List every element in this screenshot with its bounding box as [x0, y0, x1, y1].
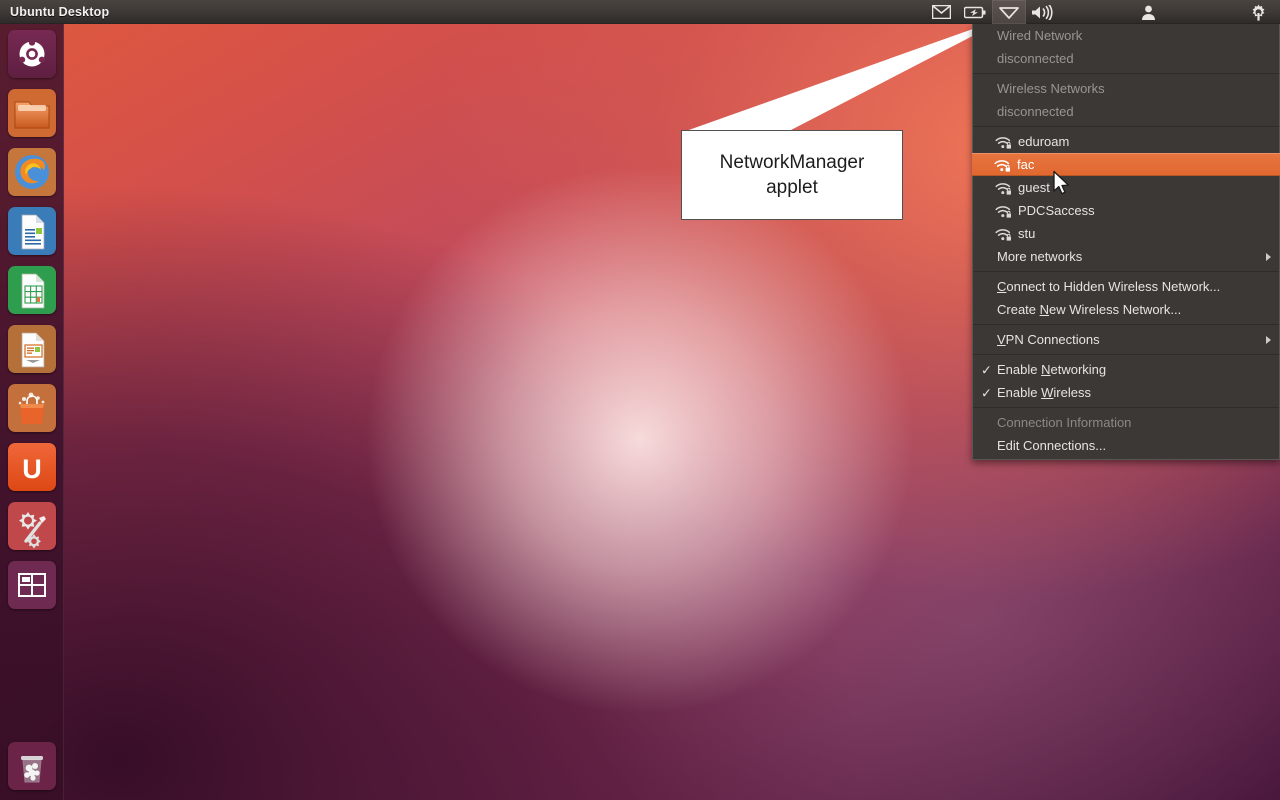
menu-enable-networking[interactable]: ✓ Enable Networking	[973, 358, 1279, 381]
launcher-item-libreoffice-calc[interactable]	[8, 266, 56, 314]
menu-more-networks-label: More networks	[997, 249, 1083, 264]
menu-edit-connections[interactable]: Edit Connections...	[973, 434, 1279, 457]
gear-icon[interactable]	[1236, 0, 1280, 24]
menu-connect-hidden[interactable]: Connect to Hidden Wireless Network...	[973, 275, 1279, 298]
user-account-icon[interactable]	[1126, 0, 1170, 24]
checkmark-icon: ✓	[981, 362, 992, 377]
network-ssid: eduroam	[1018, 134, 1070, 149]
launcher-item-workspace-switcher[interactable]	[8, 561, 56, 609]
launcher-item-files[interactable]	[8, 89, 56, 137]
menu-more-networks[interactable]: More networks	[973, 245, 1279, 268]
svg-text:U: U	[22, 454, 42, 484]
menu-edit-connections-label: Edit Connections...	[997, 438, 1107, 453]
menu-vpn-connections[interactable]: VPN Connections	[973, 328, 1279, 351]
callout-label: NetworkManager applet	[719, 152, 865, 198]
menu-separator	[973, 271, 1279, 272]
menu-network-stu[interactable]: stu	[973, 222, 1279, 245]
menu-separator	[973, 324, 1279, 325]
mnemonic-letter: W	[1041, 385, 1054, 400]
menu-vpn-rest: PN Connections	[1005, 332, 1100, 347]
menu-enable-wireless[interactable]: ✓ Enable Wireless	[973, 381, 1279, 404]
menu-separator	[973, 354, 1279, 355]
menu-network-eduroam[interactable]: eduroam	[973, 130, 1279, 153]
menu-separator	[973, 407, 1279, 408]
launcher-item-libreoffice-writer[interactable]	[8, 207, 56, 255]
menu-network-pdcsaccess[interactable]: PDCSaccess	[973, 199, 1279, 222]
menu-wireless-title: Wireless Networks	[997, 81, 1105, 96]
network-ssid: stu	[1018, 226, 1036, 241]
menu-separator	[973, 126, 1279, 127]
network-ssid: guest	[1018, 180, 1050, 195]
unity-launcher: U	[0, 24, 64, 800]
mnemonic-letter: C	[997, 279, 1007, 294]
menu-connect-hidden-rest: onnect to Hidden Wireless Network...	[1006, 279, 1221, 294]
wifi-secured-icon	[994, 159, 1011, 173]
panel-title: Ubuntu Desktop	[10, 4, 110, 19]
menu-create-new[interactable]: Create New Wireless Network...	[973, 298, 1279, 321]
menu-enable-wireless-label: Enable Wireless	[997, 385, 1091, 400]
networkmanager-menu: Wired Network disconnected Wireless Netw…	[972, 24, 1280, 460]
wifi-secured-icon	[995, 205, 1012, 219]
menu-connection-information: Connection Information	[973, 411, 1279, 434]
menu-vpn-label: VPN Connections	[997, 332, 1100, 347]
volume-icon[interactable]	[1026, 0, 1060, 24]
wifi-secured-icon	[995, 228, 1012, 242]
menu-connect-hidden-label: Connect to Hidden Wireless Network...	[997, 279, 1220, 294]
callout-annotation: NetworkManager applet	[681, 130, 903, 220]
messaging-icon[interactable]	[924, 0, 958, 24]
launcher-item-libreoffice-impress[interactable]	[8, 325, 56, 373]
menu-wireless-status: disconnected	[997, 104, 1074, 119]
launcher-item-firefox[interactable]	[8, 148, 56, 196]
menu-network-guest[interactable]: guest	[973, 176, 1279, 199]
network-wifi-icon[interactable]	[992, 0, 1026, 24]
wifi-secured-icon	[995, 182, 1012, 196]
launcher-item-system-settings[interactable]	[8, 502, 56, 550]
menu-enable-networking-label: Enable Networking	[997, 362, 1107, 377]
launcher-item-dash-home[interactable]	[8, 30, 56, 78]
mnemonic-letter: N	[1039, 302, 1050, 317]
mnemonic-letter: V	[997, 332, 1006, 347]
network-ssid: fac	[1017, 157, 1035, 172]
checkmark-icon: ✓	[981, 385, 992, 400]
chevron-right-icon	[1266, 335, 1271, 344]
menu-enable-wireless-rest: ireless	[1053, 385, 1091, 400]
menu-enable-networking-rest: etworking	[1050, 362, 1107, 377]
top-panel: Ubuntu Desktop	[0, 0, 1280, 24]
chevron-right-icon	[1266, 252, 1271, 261]
indicator-area	[924, 0, 1280, 24]
menu-network-fac[interactable]: fac	[972, 153, 1280, 176]
network-ssid: PDCSaccess	[1018, 203, 1095, 218]
menu-connection-information-label: Connection Information	[997, 415, 1132, 430]
menu-separator	[973, 73, 1279, 74]
launcher-item-software-center[interactable]	[8, 384, 56, 432]
launcher-item-ubuntu-one[interactable]: U	[8, 443, 56, 491]
ubuntu-desktop: U NetworkManager applet Ubuntu Desktop W…	[0, 0, 1280, 800]
battery-icon[interactable]	[958, 0, 992, 24]
menu-wired-title: Wired Network	[997, 28, 1083, 43]
menu-wired-status: disconnected	[997, 51, 1074, 66]
launcher-item-trash[interactable]	[8, 742, 56, 790]
menu-create-new-label: Create New Wireless Network...	[997, 302, 1182, 317]
menu-create-new-rest: ew Wireless Network...	[1049, 302, 1182, 317]
wifi-secured-icon	[995, 136, 1012, 150]
